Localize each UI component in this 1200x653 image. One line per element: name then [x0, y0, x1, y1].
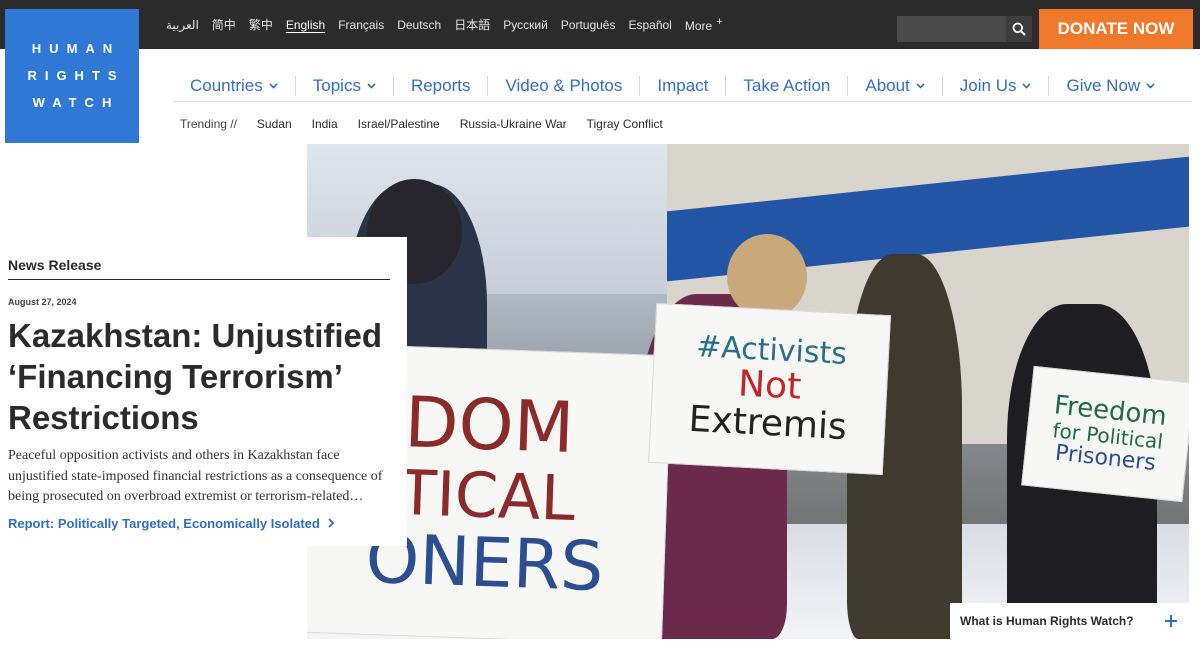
nav-topics[interactable]: Topics	[294, 75, 393, 96]
trending-label: Trending //	[180, 117, 237, 131]
hrw-logo[interactable]: HUMAN RIGHTS WATCH	[5, 9, 139, 143]
report-link[interactable]: Report: Politically Targeted, Economical…	[8, 516, 390, 531]
nav-label: Take Action	[743, 75, 831, 95]
chevron-down-icon	[916, 82, 925, 89]
logo-line-1: HUMAN	[31, 41, 121, 56]
what-is-hrw-label: What is Human Rights Watch?	[960, 614, 1134, 628]
chevron-right-icon	[328, 518, 334, 528]
lang-traditional-chinese[interactable]: 繁中	[249, 16, 273, 33]
lang-more[interactable]: More +	[685, 16, 723, 33]
lang-arabic[interactable]: العربية	[166, 18, 199, 32]
nav-join-us[interactable]: Join Us	[941, 75, 1049, 96]
nav-label: Reports	[410, 75, 471, 95]
sign-center-line-3: Extremis	[687, 398, 848, 448]
search-input[interactable]	[897, 16, 1007, 42]
chevron-down-icon	[367, 82, 376, 89]
lang-portuguese[interactable]: Português	[561, 18, 616, 32]
what-is-hrw-toggle[interactable]: What is Human Rights Watch?	[950, 603, 1189, 639]
nav-label: Topics	[312, 75, 361, 95]
search-button[interactable]	[1006, 16, 1032, 42]
donate-now-button[interactable]: DONATE NOW	[1039, 9, 1193, 49]
lang-japanese[interactable]: 日本語	[454, 16, 490, 33]
article-date: August 27, 2024	[8, 297, 77, 307]
nav-about[interactable]: About	[847, 75, 941, 96]
report-link-label: Report: Politically Targeted, Economical…	[8, 515, 320, 531]
nav-take-action[interactable]: Take Action	[725, 75, 847, 96]
nav-video-photos[interactable]: Video & Photos	[487, 75, 639, 96]
trending-sudan[interactable]: Sudan	[257, 117, 292, 131]
plus-icon: +	[716, 16, 723, 28]
language-selector: العربية 简中 繁中 English Français Deutsch 日…	[166, 0, 723, 49]
sign-center: #Activists Not Extremis	[647, 302, 892, 476]
sign-left-line-1: DOM	[403, 381, 576, 469]
sign-left-line-2: TICAL	[397, 455, 577, 535]
article-kicker: News Release	[8, 257, 390, 280]
nav-label: Impact	[657, 75, 709, 95]
plus-icon	[1165, 615, 1177, 627]
sign-right: Freedom for Political Prisoners	[1021, 365, 1189, 503]
nav-label: Countries	[190, 75, 263, 95]
trending-russia-ukraine-war[interactable]: Russia-Ukraine War	[460, 117, 567, 131]
lang-german[interactable]: Deutsch	[397, 18, 441, 32]
article-summary: Peaceful opposition activists and others…	[8, 448, 383, 504]
nav-reports[interactable]: Reports	[392, 75, 488, 96]
lang-more-label: More	[684, 19, 713, 33]
main-navigation: Countries Topics Reports Video & Photos …	[173, 70, 1192, 102]
nav-label: About	[865, 75, 910, 95]
logo-line-2: RIGHTS	[27, 68, 125, 83]
protester-center-head	[727, 234, 807, 319]
trending-india[interactable]: India	[312, 117, 338, 131]
lang-french[interactable]: Français	[338, 18, 384, 32]
lang-simplified-chinese[interactable]: 简中	[212, 16, 236, 33]
trending-bar: Trending // Sudan India Israel/Palestine…	[180, 117, 663, 131]
lang-english[interactable]: English	[286, 18, 325, 32]
chevron-down-icon	[1146, 82, 1155, 89]
sign-center-line-2: Not	[737, 363, 803, 408]
nav-label: Give Now	[1066, 75, 1141, 95]
chevron-down-icon	[1022, 82, 1032, 89]
hero-photo[interactable]: DOM TICAL ONERS #Activists Not Extremis …	[307, 144, 1189, 639]
trending-tigray-conflict[interactable]: Tigray Conflict	[587, 117, 663, 131]
nav-countries[interactable]: Countries	[173, 76, 295, 96]
nav-impact[interactable]: Impact	[639, 75, 725, 96]
lang-spanish[interactable]: Español	[628, 18, 671, 32]
nav-give-now[interactable]: Give Now	[1048, 75, 1172, 96]
search-icon	[1012, 22, 1026, 36]
article-headline[interactable]: Kazakhstan: Unjustified ‘Financing Terro…	[8, 315, 390, 438]
nav-label: Video & Photos	[505, 75, 623, 95]
lang-russian[interactable]: Русский	[503, 18, 548, 32]
nav-label: Join Us	[959, 75, 1017, 95]
logo-line-3: WATCH	[32, 95, 120, 110]
chevron-down-icon	[269, 82, 278, 89]
trending-israel-palestine[interactable]: Israel/Palestine	[358, 117, 440, 131]
feature-article: News Release August 27, 2024 Kazakhstan:…	[0, 237, 407, 546]
